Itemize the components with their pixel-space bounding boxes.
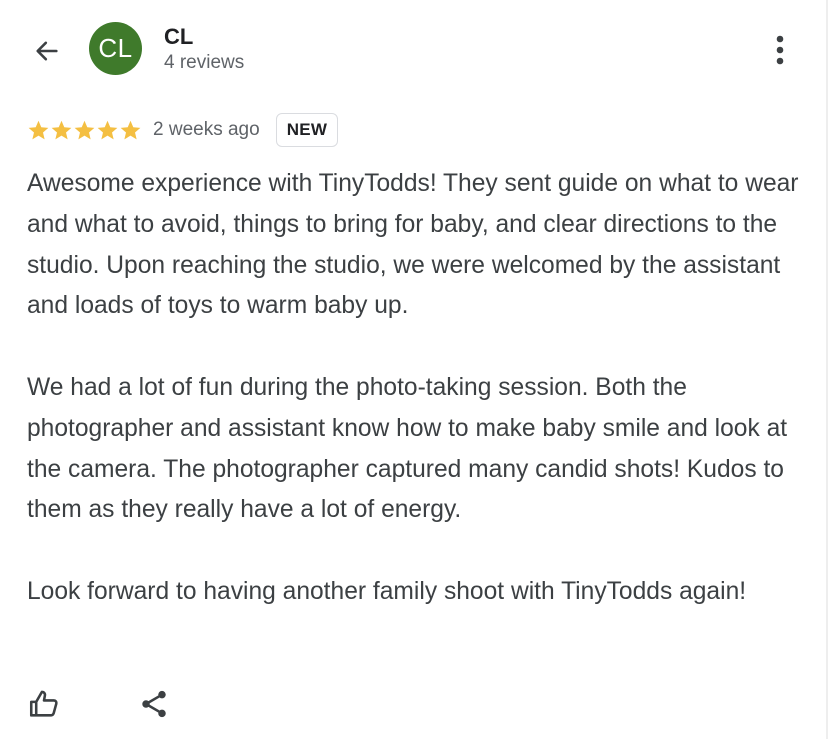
- star-icon: [28, 120, 49, 139]
- review-date: 2 weeks ago: [153, 119, 260, 140]
- review-paragraph: We had a lot of fun during the photo-tak…: [27, 373, 788, 524]
- share-button[interactable]: [134, 684, 174, 724]
- more-vertical-icon: [776, 35, 784, 65]
- star-icon: [97, 120, 118, 139]
- star-rating: [27, 119, 142, 142]
- review-text: Awesome experience with TinyTodds! They …: [27, 164, 817, 613]
- review-paragraph: Look forward to having another family sh…: [27, 577, 747, 605]
- reviewer-name[interactable]: CL: [164, 24, 193, 50]
- thumbs-up-icon: [29, 690, 58, 717]
- like-button[interactable]: [24, 684, 64, 724]
- review-paragraph: Awesome experience with TinyTodds! They …: [27, 170, 799, 320]
- review-meta: 2 weeks ago NEW: [27, 112, 339, 148]
- share-icon: [142, 690, 166, 718]
- star-icon: [120, 120, 141, 139]
- avatar[interactable]: CL: [89, 22, 142, 75]
- new-badge: NEW: [275, 113, 339, 147]
- more-options-button[interactable]: [766, 30, 794, 70]
- arrow-left-icon: [36, 41, 58, 61]
- star-icon: [74, 120, 95, 139]
- review-count: 4 reviews: [164, 52, 245, 73]
- star-icon: [51, 120, 72, 139]
- back-button[interactable]: [28, 32, 66, 70]
